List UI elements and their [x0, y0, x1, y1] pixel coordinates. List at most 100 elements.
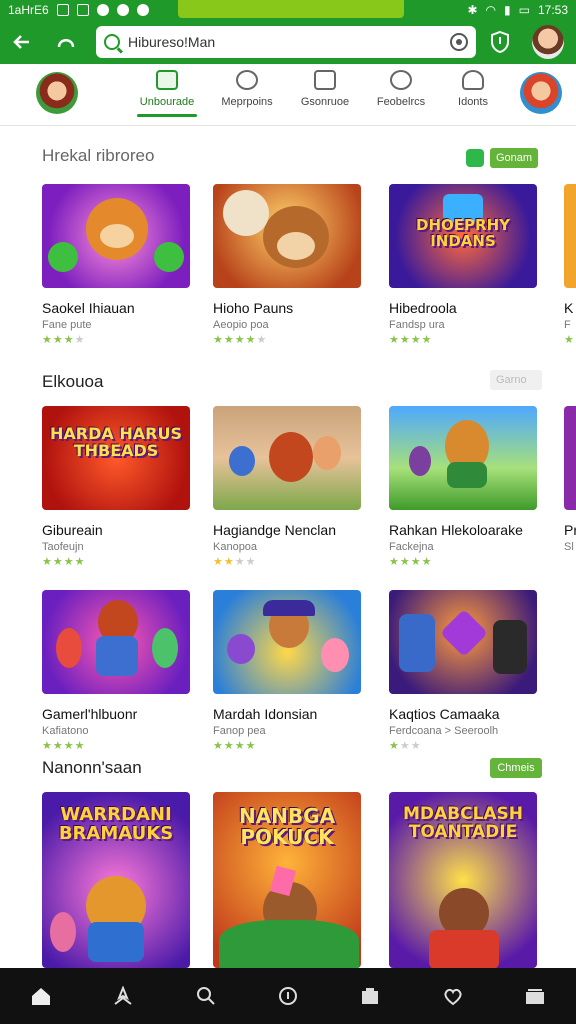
character-avatar-right[interactable] — [520, 72, 562, 114]
thumbnail-title: WARRDANI BRAMAUKS — [58, 804, 174, 844]
star-rating: ★★★★ — [42, 334, 86, 346]
nav-tabs[interactable] — [494, 968, 576, 1024]
app-card[interactable]: Saokel Ihiauan Fane pute ★★★★ — [42, 184, 194, 346]
tabs-icon — [525, 989, 544, 1004]
nav-apps[interactable] — [82, 968, 164, 1024]
tab-meprpoins[interactable]: Meprpoins — [212, 70, 282, 108]
games-icon — [466, 149, 484, 167]
sync-icon — [136, 4, 149, 16]
signal-icon: ▮ — [504, 3, 511, 17]
section-title: Hrekal ribroreo — [42, 146, 155, 165]
app-developer: Fackejna — [389, 541, 434, 553]
app-name: Saokel Ihiauan — [42, 300, 135, 316]
app-thumbnail: NANBGA POKUCK — [213, 792, 361, 968]
tab-gsonruoe[interactable]: Gsonruoe — [290, 70, 360, 108]
status-carrier: 1aHrE6 — [8, 3, 49, 17]
search-bar[interactable] — [96, 26, 476, 58]
search-icon — [104, 34, 120, 50]
nav-wishlist[interactable] — [411, 968, 493, 1024]
thumbnail-title: MDABCLASH TOANTADIE — [402, 804, 524, 842]
app-card[interactable]: Hagiandge Nenclan Kanopoa ★★★★ — [213, 406, 365, 568]
section-more-button[interactable]: Gonam — [466, 148, 539, 168]
tab-unbourade[interactable]: Unbourade — [132, 70, 202, 117]
star-rating: ★★★★★ — [213, 334, 268, 346]
star-rating: ★★★★ — [42, 740, 86, 752]
nav-search[interactable] — [165, 968, 247, 1024]
app-card[interactable]: Hioho Pauns Aeopio poa ★★★★★ — [213, 184, 365, 346]
thumbnail-title: NANBGA POKUCK — [238, 804, 336, 849]
character-avatar-left[interactable] — [36, 72, 78, 114]
app-card[interactable]: Mardah Idonsian Fanop pea ★★★★ — [213, 590, 365, 752]
app-name: Hioho Pauns — [213, 300, 294, 316]
back-arrow-icon[interactable] — [0, 20, 44, 64]
app-thumbnail — [213, 406, 361, 510]
section-more-button[interactable]: Chmeis — [490, 758, 542, 778]
app-card[interactable]: HARDA HARUS THBEADS Gibureain Taofeujn ★… — [42, 406, 194, 568]
app-developer: Fane pute — [42, 319, 92, 331]
clock: 17:53 — [537, 3, 568, 17]
app-thumbnail — [42, 184, 190, 288]
app-developer: Kanopoa — [213, 541, 258, 553]
battery-icon: ▭ — [518, 3, 530, 17]
app-card[interactable]: WARRDANI BRAMAUKS — [42, 792, 194, 968]
app-card-partial[interactable]: Pr Sl — [564, 406, 576, 553]
section-title: Nanonn'saan — [42, 758, 142, 777]
app-thumbnail: DHOEPRHY INDANS — [389, 184, 537, 288]
shazam-icon — [116, 4, 129, 16]
star-rating: ★★★ — [389, 740, 422, 752]
app-card[interactable]: DHOEPRHY INDANS Hibedroola Fandsp ura ★★… — [389, 184, 541, 346]
app-developer: Ferdcoana > Seeroolh — [389, 725, 499, 737]
star-rating: ★★★★ — [213, 740, 257, 752]
category-tab-bar: Unbourade Meprpoins Gsonruoe Feobelrcs I… — [0, 64, 576, 126]
app-card[interactable]: NANBGA POKUCK — [213, 792, 365, 968]
section-title: Elkouoa — [42, 372, 104, 391]
section-more-button[interactable]: Garno — [490, 370, 542, 390]
person-icon — [462, 70, 484, 90]
status-bar: 1aHrE6 ✱ ◠ ▮ ▭ 17:53 — [0, 0, 576, 20]
app-thumbnail — [213, 590, 361, 694]
app-developer: Aeopio poa — [213, 319, 269, 331]
app-card[interactable]: Gamerl'hlbuonr Kafiatono ★★★★ — [42, 590, 194, 752]
app-name: Mardah Idonsian — [213, 706, 318, 722]
lens-icon[interactable] — [450, 33, 468, 51]
app-developer: Fandsp ura — [389, 319, 445, 331]
thumbnail-title: DHOEPRHY INDANS — [416, 216, 510, 250]
bluetooth-icon: ✱ — [467, 3, 478, 17]
user-avatar[interactable] — [532, 25, 564, 59]
app-thumbnail: HARDA HARUS THBEADS — [42, 406, 190, 510]
app-developer: Kafiatono — [42, 725, 89, 737]
star-rating: ★★★★ — [389, 556, 433, 568]
app-developer: Sl — [564, 541, 574, 553]
app-name: Gibureain — [42, 522, 103, 538]
home-outline-icon[interactable] — [44, 20, 88, 64]
notification-icon — [56, 4, 69, 16]
search-input[interactable] — [128, 34, 450, 50]
app-card[interactable]: Rahkan Hlekoloarake Fackejna ★★★★ — [389, 406, 541, 568]
app-name: Gamerl'hlbuonr — [42, 706, 138, 722]
app-name: Hagiandge Nenclan — [213, 522, 336, 538]
app-name: Rahkan Hlekoloarake — [389, 522, 523, 538]
nav-library[interactable] — [329, 968, 411, 1024]
shield-icon[interactable] — [484, 26, 516, 58]
nav-downloads[interactable] — [247, 968, 329, 1024]
home-icon — [32, 988, 51, 1005]
apps-icon — [114, 986, 133, 1005]
tab-idonts[interactable]: Idonts — [438, 70, 508, 108]
star-rating: ★ — [564, 334, 575, 346]
image-icon — [76, 4, 89, 16]
grid-icon — [156, 70, 178, 90]
tab-feobelrcs[interactable]: Feobelrcs — [366, 70, 436, 108]
app-card[interactable]: MDABCLASH TOANTADIE — [389, 792, 541, 968]
app-thumbnail: WARRDANI BRAMAUKS — [42, 792, 190, 968]
explore-icon — [390, 70, 412, 90]
app-developer: Taofeujn — [42, 541, 84, 553]
status-highlight — [178, 0, 404, 18]
app-card[interactable]: Kaqtios Camaaka Ferdcoana > Seeroolh ★★★ — [389, 590, 541, 752]
heart-icon — [444, 988, 462, 1006]
app-name: Hibedroola — [389, 300, 457, 316]
nav-home[interactable] — [0, 968, 82, 1024]
app-card-partial[interactable]: K F ★ — [564, 184, 576, 346]
app-thumbnail — [213, 184, 361, 288]
bottom-navigation — [0, 968, 576, 1024]
settings-icon — [96, 4, 109, 16]
